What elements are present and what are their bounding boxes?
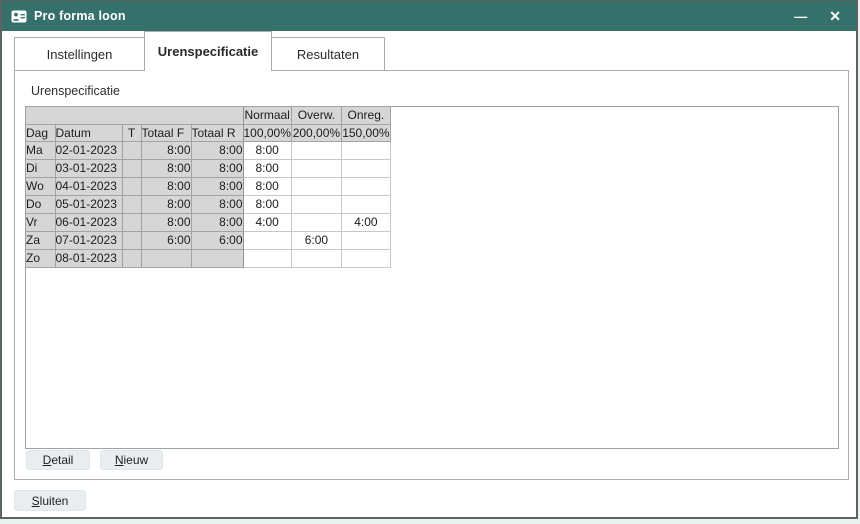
col-header-dag: Dag xyxy=(26,124,55,141)
tab-label: Instellingen xyxy=(47,47,113,62)
grid-fixed-cell[interactable] xyxy=(122,195,141,213)
grid-fixed-cell[interactable] xyxy=(122,231,141,249)
grid-fixed-cell[interactable]: 8:00 xyxy=(191,213,243,231)
grid-fixed-cell[interactable] xyxy=(122,159,141,177)
grid-fixed-cell[interactable]: 8:00 xyxy=(141,177,191,195)
grid-fixed-cell[interactable] xyxy=(122,213,141,231)
grid-fixed-cell[interactable]: Vr xyxy=(26,213,55,231)
grid-fixed-cell[interactable]: 8:00 xyxy=(141,141,191,159)
grid-row: Do05-01-20238:008:008:00 xyxy=(26,195,390,213)
grid-data-cell[interactable]: 8:00 xyxy=(243,141,291,159)
column-header-row: Dag Datum T Totaal F Totaal R 100,00% 20… xyxy=(26,124,390,141)
grid-fixed-cell[interactable]: Do xyxy=(26,195,55,213)
grid-data-cell[interactable]: 8:00 xyxy=(243,177,291,195)
group-header-row: Normaal Overw. Onreg. xyxy=(26,107,390,124)
tab-label: Urenspecificatie xyxy=(158,44,258,59)
nieuw-button[interactable]: Nieuw xyxy=(100,450,163,470)
col-header-t: T xyxy=(122,124,141,141)
grid-row: Wo04-01-20238:008:008:00 xyxy=(26,177,390,195)
grid-fixed-cell[interactable]: 8:00 xyxy=(141,159,191,177)
minimize-icon[interactable]: — xyxy=(791,8,810,25)
group-header-normaal: Normaal xyxy=(243,107,291,124)
grid-fixed-cell[interactable]: 6:00 xyxy=(191,231,243,249)
grid-fixed-cell[interactable]: Za xyxy=(26,231,55,249)
grid-fixed-cell[interactable]: 8:00 xyxy=(141,213,191,231)
tab-instellingen[interactable]: Instellingen xyxy=(14,37,145,70)
grid-fixed-cell[interactable] xyxy=(122,249,141,267)
tab-label: Resultaten xyxy=(297,47,359,62)
grid-fixed-cell[interactable]: 07-01-2023 xyxy=(55,231,122,249)
group-header-spacer xyxy=(26,107,243,124)
grid-fixed-cell[interactable]: 8:00 xyxy=(191,141,243,159)
grid-data-cell[interactable] xyxy=(243,231,291,249)
grid-fixed-cell[interactable]: 02-01-2023 xyxy=(55,141,122,159)
grid-row: Ma02-01-20238:008:008:00 xyxy=(26,141,390,159)
grid-fixed-cell[interactable] xyxy=(191,249,243,267)
proforma-dialog: Pro forma loon — ✕ Instellingen Urenspec… xyxy=(0,0,858,519)
grid-data-cell[interactable] xyxy=(341,159,390,177)
grid-fixed-cell[interactable]: 6:00 xyxy=(141,231,191,249)
grid-fixed-cell[interactable]: Ma xyxy=(26,141,55,159)
grid-fixed-cell[interactable]: 06-01-2023 xyxy=(55,213,122,231)
grid-row: Vr06-01-20238:008:004:004:00 xyxy=(26,213,390,231)
col-header-overw-pct: 200,00% xyxy=(291,124,341,141)
grid-fixed-cell[interactable] xyxy=(122,141,141,159)
grid-fixed-cell[interactable]: 05-01-2023 xyxy=(55,195,122,213)
grid-fixed-cell[interactable]: 8:00 xyxy=(191,177,243,195)
col-header-totaal-f: Totaal F xyxy=(141,124,191,141)
grid-fixed-cell[interactable]: Wo xyxy=(26,177,55,195)
grid-fixed-cell[interactable]: 8:00 xyxy=(191,195,243,213)
col-header-onreg-pct: 150,00% xyxy=(341,124,390,141)
hours-table: Normaal Overw. Onreg. Dag Datum T Totaal… xyxy=(26,107,391,268)
grid-data-cell[interactable] xyxy=(291,159,341,177)
grid-data-cell[interactable] xyxy=(341,141,390,159)
grid-data-cell[interactable]: 4:00 xyxy=(341,213,390,231)
grid-data-cell[interactable] xyxy=(243,249,291,267)
grid-data-cell[interactable]: 8:00 xyxy=(243,159,291,177)
grid-fixed-cell[interactable]: Di xyxy=(26,159,55,177)
grid-data-cell[interactable] xyxy=(291,195,341,213)
col-header-datum: Datum xyxy=(55,124,122,141)
urenspecificatie-panel: Urenspecificatie Normaal Overw. Onreg. xyxy=(14,70,849,480)
detail-button[interactable]: Detail xyxy=(26,450,90,470)
window-title: Pro forma loon xyxy=(34,9,126,23)
group-header-onreg: Onreg. xyxy=(341,107,390,124)
sluiten-button[interactable]: Sluiten xyxy=(14,490,86,511)
employee-card-icon xyxy=(11,10,27,23)
grid-data-cell[interactable] xyxy=(291,177,341,195)
col-header-totaal-r: Totaal R xyxy=(191,124,243,141)
col-header-normaal-pct: 100,00% xyxy=(243,124,291,141)
grid-row: Di03-01-20238:008:008:00 xyxy=(26,159,390,177)
grid-row: Za07-01-20236:006:006:00 xyxy=(26,231,390,249)
section-label: Urenspecificatie xyxy=(31,84,120,98)
tab-urenspecificatie[interactable]: Urenspecificatie xyxy=(144,31,272,71)
tab-strip: Instellingen Urenspecificatie Resultaten xyxy=(14,31,385,70)
tab-resultaten[interactable]: Resultaten xyxy=(271,37,385,70)
grid-data-cell[interactable] xyxy=(341,231,390,249)
titlebar[interactable]: Pro forma loon — ✕ xyxy=(2,1,856,31)
grid-fixed-cell[interactable]: 03-01-2023 xyxy=(55,159,122,177)
grid-data-cell[interactable]: 6:00 xyxy=(291,231,341,249)
grid-data-cell[interactable]: 8:00 xyxy=(243,195,291,213)
grid-data-cell[interactable] xyxy=(291,141,341,159)
grid-data-cell[interactable] xyxy=(291,249,341,267)
grid-fixed-cell[interactable] xyxy=(141,249,191,267)
grid-data-cell[interactable] xyxy=(341,195,390,213)
grid-data-cell[interactable] xyxy=(341,249,390,267)
grid-data-cell[interactable] xyxy=(291,213,341,231)
grid-fixed-cell[interactable]: 04-01-2023 xyxy=(55,177,122,195)
grid-fixed-cell[interactable]: 8:00 xyxy=(141,195,191,213)
grid-data-cell[interactable]: 4:00 xyxy=(243,213,291,231)
window-controls: — ✕ xyxy=(791,7,844,25)
close-icon[interactable]: ✕ xyxy=(826,7,844,25)
grid-fixed-cell[interactable] xyxy=(122,177,141,195)
grid-fixed-cell[interactable]: Zo xyxy=(26,249,55,267)
hours-grid[interactable]: Normaal Overw. Onreg. Dag Datum T Totaal… xyxy=(25,106,839,449)
grid-fixed-cell[interactable]: 8:00 xyxy=(191,159,243,177)
grid-data-cell[interactable] xyxy=(341,177,390,195)
group-header-overw: Overw. xyxy=(291,107,341,124)
grid-row: Zo08-01-2023 xyxy=(26,249,390,267)
grid-fixed-cell[interactable]: 08-01-2023 xyxy=(55,249,122,267)
